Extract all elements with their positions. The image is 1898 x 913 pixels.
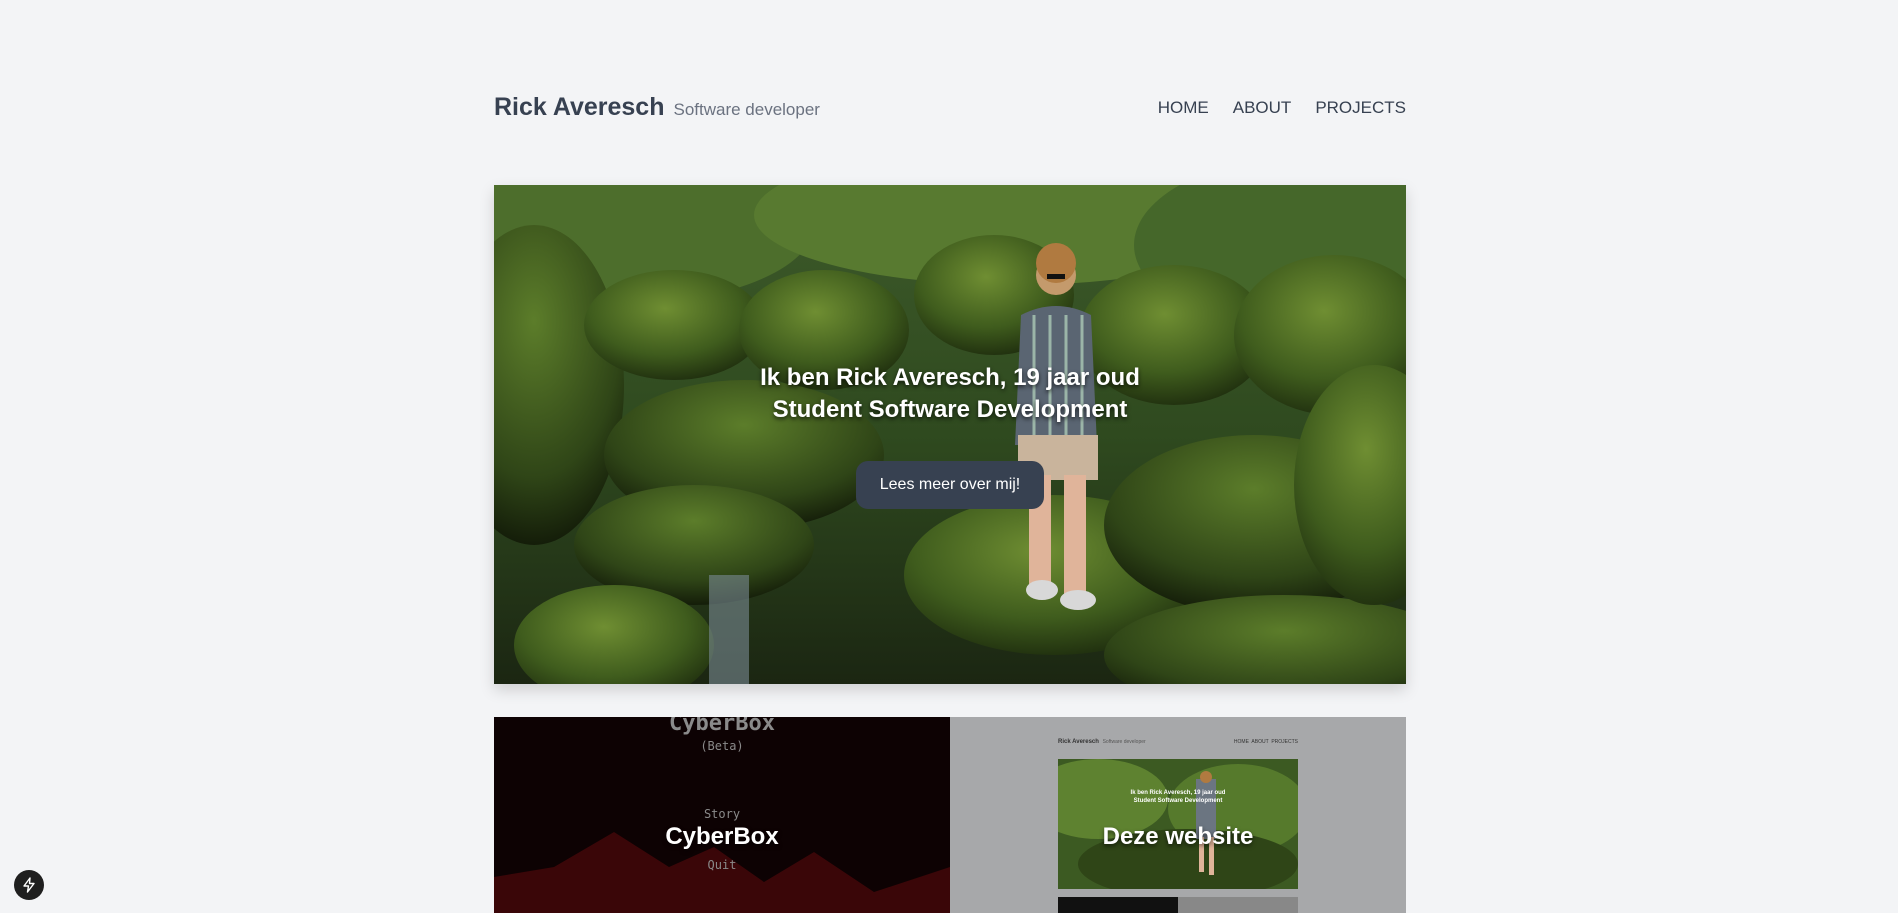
mini-site-name: Rick Averesch xyxy=(1058,739,1099,745)
project-card-website[interactable]: Rick Averesch Software developer HOME AB… xyxy=(950,717,1406,913)
nav-projects[interactable]: PROJECTS xyxy=(1315,98,1406,118)
mini-hero-line2: Student Software Development xyxy=(1133,798,1223,804)
site-subtitle: Software developer xyxy=(673,100,820,119)
mini-site-subtitle: Software developer xyxy=(1102,739,1146,745)
hero-content: Ik ben Rick Averesch, 19 jaar oud Studen… xyxy=(494,362,1406,509)
floating-action-button[interactable] xyxy=(14,870,44,900)
cyberbox-menu-quit: Quit xyxy=(707,858,737,872)
site-header: Rick Averesch Software developer HOME AB… xyxy=(494,93,1406,123)
main-nav: HOME ABOUT PROJECTS xyxy=(1158,98,1406,118)
cyberbox-game-title: CyberBox xyxy=(669,717,775,736)
read-more-button[interactable]: Lees meer over mij! xyxy=(855,461,1045,509)
lightning-icon xyxy=(23,877,35,893)
brand[interactable]: Rick Averesch Software developer xyxy=(494,93,820,122)
project-card-cyberbox[interactable]: CyberBox (Beta) Story CyberBox Quit xyxy=(494,717,950,913)
nav-about[interactable]: ABOUT xyxy=(1233,98,1292,118)
project-title-website: Deze website xyxy=(1102,823,1254,850)
hero-heading-line1: Ik ben Rick Averesch, 19 jaar oud xyxy=(760,364,1140,391)
hero-banner: Ik ben Rick Averesch, 19 jaar oud Studen… xyxy=(494,185,1406,684)
mini-hero-line1: Ik ben Rick Averesch, 19 jaar oud xyxy=(1130,790,1226,796)
cyberbox-game-beta: (Beta) xyxy=(700,739,744,753)
cyberbox-menu-story: Story xyxy=(703,807,741,821)
project-title-cyberbox: CyberBox xyxy=(665,823,779,850)
nav-home[interactable]: HOME xyxy=(1158,98,1209,118)
site-name: Rick Averesch xyxy=(494,93,665,121)
hero-heading-line2: Student Software Development xyxy=(772,396,1128,423)
mini-nav: HOME ABOUT PROJECTS xyxy=(1233,739,1298,745)
projects-grid: CyberBox (Beta) Story CyberBox Quit Rick… xyxy=(494,717,1406,913)
